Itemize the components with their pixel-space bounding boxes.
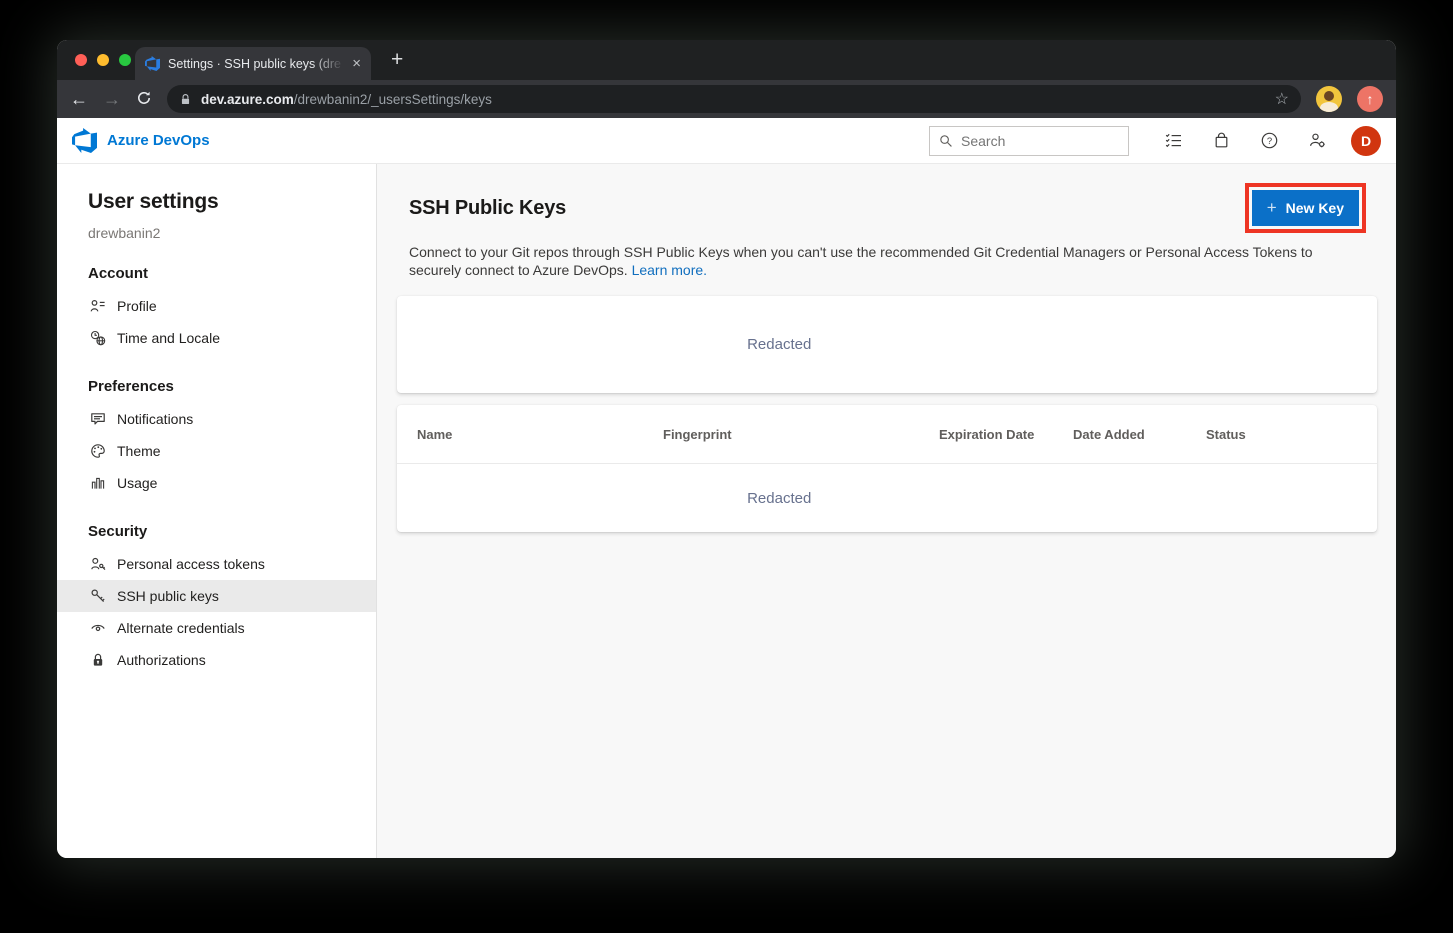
sidebar-item-label: Time and Locale bbox=[117, 330, 220, 346]
personal-access-tokens-icon bbox=[89, 556, 106, 573]
section-preferences: Preferences bbox=[88, 378, 376, 395]
notifications-icon bbox=[89, 411, 106, 428]
tab-title: Settings · SSH public keys (dre bbox=[168, 57, 344, 71]
azure-devops-home-link[interactable]: Azure DevOps bbox=[72, 128, 210, 153]
user-settings-gear-icon[interactable] bbox=[1293, 118, 1341, 164]
account-avatar[interactable]: D bbox=[1351, 126, 1381, 156]
tab-close-icon[interactable]: × bbox=[352, 56, 361, 71]
product-name: Azure DevOps bbox=[107, 132, 210, 149]
sidebar-item-usage[interactable]: Usage bbox=[57, 467, 376, 499]
lock-icon bbox=[179, 93, 192, 106]
sidebar-title: User settings bbox=[88, 190, 376, 214]
description-text: Connect to your Git repos through SSH Pu… bbox=[409, 244, 1357, 279]
column-header-status: Status bbox=[1206, 427, 1357, 442]
usage-chart-icon bbox=[89, 475, 106, 492]
table-row: Redacted bbox=[397, 464, 1377, 532]
url-text: dev.azure.com/drewbanin2/_usersSettings/… bbox=[201, 92, 492, 107]
time-locale-icon bbox=[89, 330, 106, 347]
sidebar-item-label: Theme bbox=[117, 443, 161, 459]
ssh-keys-table-card: Name Fingerprint Expiration Date Date Ad… bbox=[397, 405, 1377, 532]
task-list-icon[interactable] bbox=[1149, 118, 1197, 164]
authorizations-lock-icon bbox=[89, 652, 106, 669]
sidebar-item-label: Usage bbox=[117, 475, 157, 491]
sidebar-item-ssh-public-keys[interactable]: SSH public keys bbox=[57, 580, 376, 612]
search-icon bbox=[939, 134, 953, 148]
ssh-key-entry-card: Redacted bbox=[397, 296, 1377, 393]
sidebar-item-label: Notifications bbox=[117, 411, 193, 427]
bookmark-star-icon[interactable]: ☆ bbox=[1275, 89, 1289, 109]
settings-sidebar: User settings drewbanin2 Account Profile… bbox=[57, 164, 377, 858]
new-key-button-label: New Key bbox=[1286, 200, 1344, 216]
back-icon[interactable]: ← bbox=[70, 90, 88, 108]
column-header-fingerprint: Fingerprint bbox=[663, 427, 939, 442]
column-header-expiration-date: Expiration Date bbox=[939, 427, 1073, 442]
page-content: User settings drewbanin2 Account Profile… bbox=[57, 164, 1396, 858]
sidebar-item-profile[interactable]: Profile bbox=[57, 290, 376, 322]
reload-icon[interactable] bbox=[136, 90, 152, 109]
help-icon[interactable]: ? bbox=[1245, 118, 1293, 164]
sidebar-item-theme[interactable]: Theme bbox=[57, 435, 376, 467]
azure-devops-favicon bbox=[145, 56, 160, 71]
account-name: drewbanin2 bbox=[88, 225, 376, 241]
ssh-keys-main: SSH Public Keys + New Key Connect to you… bbox=[377, 164, 1396, 858]
browser-profile-avatar[interactable] bbox=[1316, 86, 1342, 112]
azure-devops-logo-icon bbox=[72, 128, 97, 153]
section-account: Account bbox=[88, 265, 376, 282]
azure-devops-header: Azure DevOps ? D bbox=[57, 118, 1396, 164]
browser-window: Settings · SSH public keys (dre × + ← → … bbox=[57, 40, 1396, 858]
sidebar-item-notifications[interactable]: Notifications bbox=[57, 403, 376, 435]
learn-more-link[interactable]: Learn more. bbox=[632, 262, 707, 278]
sidebar-item-authorizations[interactable]: Authorizations bbox=[57, 644, 376, 676]
redacted-row-text: Redacted bbox=[397, 490, 1161, 507]
svg-text:?: ? bbox=[1266, 136, 1271, 147]
close-window-button[interactable] bbox=[75, 54, 87, 66]
forward-icon[interactable]: → bbox=[103, 90, 121, 108]
profile-icon bbox=[89, 298, 106, 315]
section-security: Security bbox=[88, 523, 376, 540]
browser-tab[interactable]: Settings · SSH public keys (dre × bbox=[135, 47, 371, 80]
zoom-window-button[interactable] bbox=[119, 54, 131, 66]
annotation-highlight-box: + New Key bbox=[1245, 183, 1366, 233]
sidebar-item-time-and-locale[interactable]: Time and Locale bbox=[57, 322, 376, 354]
ssh-key-icon bbox=[89, 588, 106, 605]
sidebar-item-label: SSH public keys bbox=[117, 588, 219, 604]
sidebar-item-label: Alternate credentials bbox=[117, 620, 245, 636]
browser-update-icon[interactable]: ↑ bbox=[1357, 86, 1383, 112]
redacted-card-text: Redacted bbox=[397, 336, 1161, 353]
minimize-window-button[interactable] bbox=[97, 54, 109, 66]
sidebar-item-label: Personal access tokens bbox=[117, 556, 265, 572]
column-header-date-added: Date Added bbox=[1073, 427, 1206, 442]
avatar-shoulders bbox=[1320, 102, 1338, 112]
alternate-credentials-icon bbox=[89, 620, 106, 637]
description-body: Connect to your Git repos through SSH Pu… bbox=[409, 244, 1313, 278]
search-box[interactable] bbox=[929, 126, 1129, 156]
new-key-button[interactable]: + New Key bbox=[1252, 190, 1359, 226]
browser-toolbar: ← → dev.azure.com/drewbanin2/_usersSetti… bbox=[57, 80, 1396, 118]
column-header-name: Name bbox=[417, 427, 663, 442]
traffic-lights bbox=[75, 54, 131, 66]
title-row: SSH Public Keys + New Key bbox=[397, 183, 1377, 233]
page-title: SSH Public Keys bbox=[409, 197, 566, 220]
sidebar-item-label: Profile bbox=[117, 298, 157, 314]
avatar-head bbox=[1324, 91, 1334, 101]
new-tab-button[interactable]: + bbox=[391, 48, 403, 72]
sidebar-item-personal-access-tokens[interactable]: Personal access tokens bbox=[57, 548, 376, 580]
marketplace-bag-icon[interactable] bbox=[1197, 118, 1245, 164]
search-input[interactable] bbox=[961, 133, 1119, 149]
plus-icon: + bbox=[1267, 198, 1277, 218]
address-bar[interactable]: dev.azure.com/drewbanin2/_usersSettings/… bbox=[167, 85, 1301, 113]
table-header-row: Name Fingerprint Expiration Date Date Ad… bbox=[397, 405, 1377, 464]
sidebar-item-label: Authorizations bbox=[117, 652, 206, 668]
sidebar-item-alternate-credentials[interactable]: Alternate credentials bbox=[57, 612, 376, 644]
theme-palette-icon bbox=[89, 443, 106, 460]
tab-strip: Settings · SSH public keys (dre × + bbox=[57, 40, 1396, 80]
